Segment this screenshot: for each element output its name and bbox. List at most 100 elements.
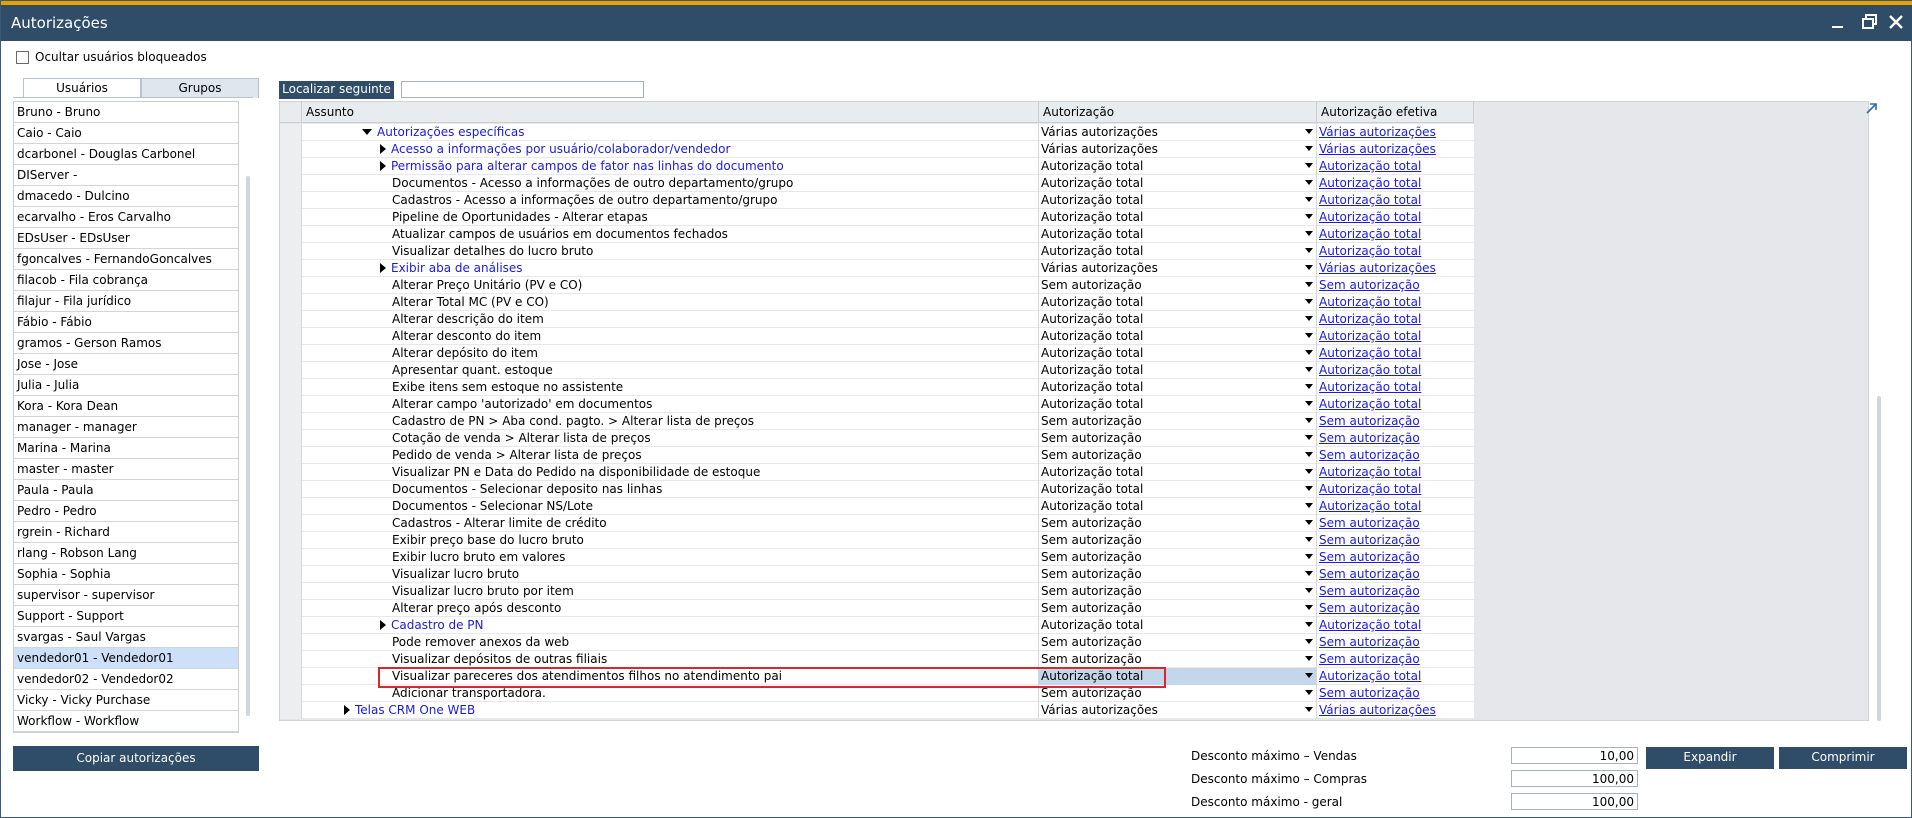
table-row[interactable]: Alterar Total MC (PV e CO) Autorização to… xyxy=(280,294,1474,311)
find-next-button[interactable]: Localizar seguinte xyxy=(279,81,394,99)
user-list-item[interactable]: Kora - Kora Dean xyxy=(14,396,238,417)
user-list-scrollbar[interactable] xyxy=(246,176,250,716)
row-header[interactable] xyxy=(280,328,302,345)
user-list-item[interactable]: Marina - Marina xyxy=(14,438,238,459)
user-list-item[interactable]: EDsUser - EDsUser xyxy=(14,228,238,249)
table-row[interactable]: Acesso a informações por usuário/colabor… xyxy=(280,141,1474,158)
effective-authorization-link[interactable]: Autorização total xyxy=(1319,482,1421,496)
tab-users[interactable]: Usuários xyxy=(23,78,141,98)
table-row[interactable]: Cadastros - Alterar limite de crédito Sem… xyxy=(280,515,1474,532)
row-header[interactable] xyxy=(280,226,302,243)
effective-authorization-link[interactable]: Autorização total xyxy=(1319,363,1421,377)
user-list-item[interactable]: dmacedo - Dulcino xyxy=(14,186,238,207)
dropdown-arrow-icon[interactable] xyxy=(1305,588,1313,593)
row-header[interactable] xyxy=(280,192,302,209)
row-header[interactable] xyxy=(280,175,302,192)
effective-authorization-link[interactable]: Várias autorizações xyxy=(1319,703,1436,717)
row-header[interactable] xyxy=(280,702,302,719)
user-list-item[interactable]: filajur - Fila jurídico xyxy=(14,291,238,312)
effective-authorization-link[interactable]: Sem autorização xyxy=(1319,635,1420,649)
table-row[interactable]: Alterar depósito do item Autorização tota… xyxy=(280,345,1474,362)
table-row[interactable]: Exibir preço base do lucro bruto Sem auto… xyxy=(280,532,1474,549)
user-list-item[interactable]: DIServer - xyxy=(14,165,238,186)
user-list-item[interactable]: Support - Support xyxy=(14,606,238,627)
dropdown-arrow-icon[interactable] xyxy=(1305,129,1313,134)
effective-authorization-link[interactable]: Sem autorização xyxy=(1319,414,1420,428)
table-row[interactable]: Visualizar lucro bruto por item Sem autor… xyxy=(280,583,1474,600)
authorization-dropdown[interactable]: Autorização total xyxy=(1039,362,1317,379)
row-header[interactable] xyxy=(280,634,302,651)
authorization-dropdown[interactable]: Autorização total xyxy=(1039,294,1317,311)
effective-authorization-link[interactable]: Sem autorização xyxy=(1319,601,1420,615)
effective-authorization-link[interactable]: Autorização total xyxy=(1319,397,1421,411)
row-header[interactable] xyxy=(280,294,302,311)
effective-authorization-link[interactable]: Várias autorizações xyxy=(1319,261,1436,275)
user-list-item[interactable]: Jose - Jose xyxy=(14,354,238,375)
dropdown-arrow-icon[interactable] xyxy=(1305,537,1313,542)
row-header[interactable] xyxy=(280,464,302,481)
header-subject[interactable]: Assunto xyxy=(302,102,1039,123)
dropdown-arrow-icon[interactable] xyxy=(1305,673,1313,678)
subject-label[interactable]: Acesso a informações por usuário/colabor… xyxy=(391,142,730,156)
user-list-item[interactable]: svargas - Saul Vargas xyxy=(14,627,238,648)
table-row[interactable]: Telas CRM One WEB Várias autorizações Vári… xyxy=(280,702,1474,719)
table-row[interactable]: Autorizações específicas Várias autorizaç… xyxy=(280,124,1474,141)
user-list-item[interactable]: Vicky - Vicky Purchase xyxy=(14,690,238,711)
dropdown-arrow-icon[interactable] xyxy=(1305,707,1313,712)
table-row[interactable]: Permissão para alterar campos de fator n… xyxy=(280,158,1474,175)
dropdown-arrow-icon[interactable] xyxy=(1305,197,1313,202)
dropdown-arrow-icon[interactable] xyxy=(1305,401,1313,406)
dropdown-arrow-icon[interactable] xyxy=(1305,146,1313,151)
effective-authorization-link[interactable]: Autorização total xyxy=(1319,618,1421,632)
authorization-dropdown[interactable]: Autorização total xyxy=(1039,617,1317,634)
authorization-dropdown[interactable]: Sem autorização xyxy=(1039,413,1317,430)
authorization-dropdown[interactable]: Sem autorização xyxy=(1039,634,1317,651)
table-row[interactable]: Exibe itens sem estoque no assistente Aut… xyxy=(280,379,1474,396)
authorization-dropdown[interactable]: Sem autorização xyxy=(1039,532,1317,549)
expand-arrow-icon[interactable] xyxy=(380,160,386,171)
dropdown-arrow-icon[interactable] xyxy=(1305,231,1313,236)
effective-authorization-link[interactable]: Autorização total xyxy=(1319,312,1421,326)
effective-authorization-link[interactable]: Sem autorização xyxy=(1319,516,1420,530)
dropdown-arrow-icon[interactable] xyxy=(1305,265,1313,270)
dropdown-arrow-icon[interactable] xyxy=(1305,282,1313,287)
authorization-dropdown[interactable]: Sem autorização xyxy=(1039,651,1317,668)
authorization-dropdown[interactable]: Sem autorização xyxy=(1039,430,1317,447)
dropdown-arrow-icon[interactable] xyxy=(1305,384,1313,389)
effective-authorization-link[interactable]: Autorização total xyxy=(1319,244,1421,258)
row-header[interactable] xyxy=(280,141,302,158)
table-row[interactable]: Pode remover anexos da web Sem autorizaçã… xyxy=(280,634,1474,651)
user-list-item[interactable]: Bruno - Bruno xyxy=(14,102,238,123)
authorization-dropdown[interactable]: Autorização total xyxy=(1039,158,1317,175)
effective-authorization-link[interactable]: Autorização total xyxy=(1319,159,1421,173)
authorization-dropdown[interactable]: Autorização total xyxy=(1039,226,1317,243)
effective-authorization-link[interactable]: Sem autorização xyxy=(1319,533,1420,547)
authorization-dropdown[interactable]: Autorização total xyxy=(1039,464,1317,481)
effective-authorization-link[interactable]: Autorização total xyxy=(1319,295,1421,309)
row-header[interactable] xyxy=(280,379,302,396)
authorization-dropdown[interactable]: Várias autorizações xyxy=(1039,702,1317,719)
header-authorization[interactable]: Autorização xyxy=(1039,102,1317,123)
user-list-item[interactable]: Julia - Julia xyxy=(14,375,238,396)
authorization-dropdown[interactable]: Autorização total xyxy=(1039,243,1317,260)
user-list-item[interactable]: fgoncalves - FernandoGoncalves xyxy=(14,249,238,270)
table-row[interactable]: Alterar desconto do item Autorização tota… xyxy=(280,328,1474,345)
table-row[interactable]: Cadastros - Acesso a informações de outr… xyxy=(280,192,1474,209)
subject-label[interactable]: Cadastro de PN xyxy=(391,618,484,632)
dropdown-arrow-icon[interactable] xyxy=(1305,316,1313,321)
authorization-dropdown[interactable]: Autorização total xyxy=(1039,175,1317,192)
max-discount-sales-input[interactable]: 10,00 xyxy=(1511,747,1638,764)
table-row[interactable]: Alterar descrição do item Autorização tot… xyxy=(280,311,1474,328)
table-row[interactable]: Alterar campo 'autorizado' em documentos… xyxy=(280,396,1474,413)
effective-authorization-link[interactable]: Autorização total xyxy=(1319,210,1421,224)
authorization-dropdown[interactable]: Autorização total xyxy=(1039,498,1317,515)
effective-authorization-link[interactable]: Várias autorizações xyxy=(1319,125,1436,139)
dropdown-arrow-icon[interactable] xyxy=(1305,214,1313,219)
expand-arrow-icon[interactable] xyxy=(380,262,386,273)
user-list-item[interactable]: ecarvalho - Eros Carvalho xyxy=(14,207,238,228)
user-list-item[interactable]: gramos - Gerson Ramos xyxy=(14,333,238,354)
user-list-item[interactable]: rgrein - Richard xyxy=(14,522,238,543)
authorization-dropdown[interactable]: Várias autorizações xyxy=(1039,141,1317,158)
close-icon[interactable] xyxy=(1887,13,1909,33)
effective-authorization-link[interactable]: Autorização total xyxy=(1319,465,1421,479)
